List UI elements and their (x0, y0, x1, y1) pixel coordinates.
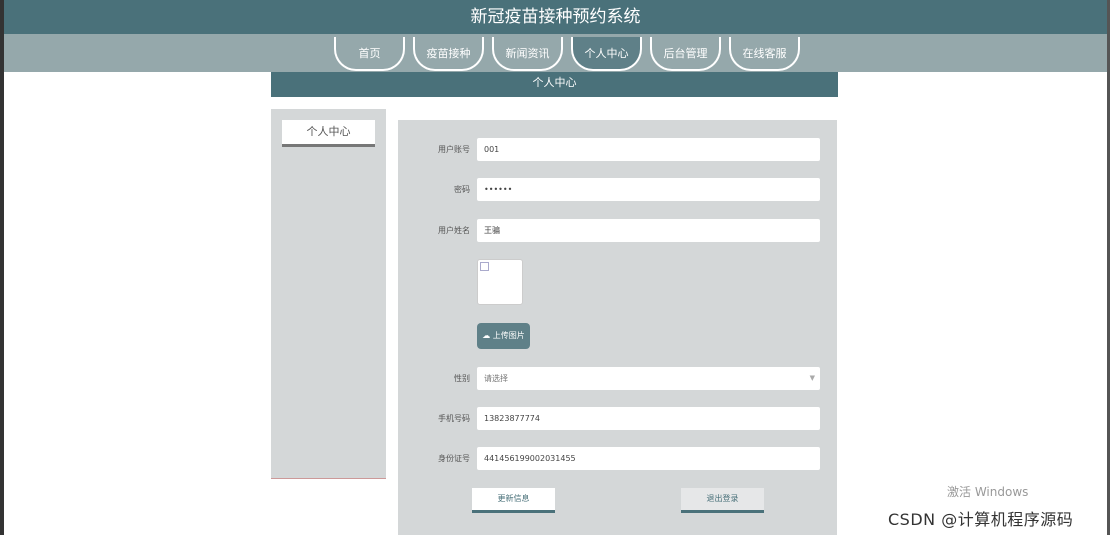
upload-image-button[interactable]: ☁ 上传图片 (477, 323, 530, 349)
name-label: 用户姓名 (438, 226, 470, 235)
windows-activation-watermark: 激活 Windows (947, 485, 1029, 499)
broken-image-icon (480, 262, 489, 271)
phone-label: 手机号码 (438, 414, 470, 423)
gender-label: 性别 (454, 374, 470, 383)
page-title: 个人中心 (271, 72, 838, 97)
id-label: 身份证号 (438, 454, 470, 463)
gender-select[interactable]: 请选择 ▼ (477, 367, 820, 390)
password-input[interactable]: •••••• (477, 178, 820, 201)
nav-personal-center[interactable]: 个人中心 (571, 37, 642, 71)
window-edge (0, 0, 4, 535)
account-label: 用户账号 (438, 145, 470, 154)
nav-home[interactable]: 首页 (334, 37, 405, 71)
account-input[interactable]: 001 (477, 138, 820, 161)
profile-form: 用户账号 001 密码 •••••• 用户姓名 王骗 ☁ 上传图片 性别 请选择… (398, 120, 837, 535)
name-input[interactable]: 王骗 (477, 219, 820, 242)
sidebar: 个人中心 (271, 109, 386, 479)
update-info-button[interactable]: 更新信息 (472, 488, 555, 513)
gender-placeholder: 请选择 (484, 374, 508, 383)
chevron-down-icon: ▼ (809, 374, 815, 382)
phone-input[interactable]: 13823877774 (477, 407, 820, 430)
sidebar-item-personal-center[interactable]: 个人中心 (282, 120, 375, 147)
upload-label: 上传图片 (492, 331, 525, 340)
password-label: 密码 (454, 185, 470, 194)
nav-tabs: 首页 疫苗接种 新闻资讯 个人中心 后台管理 在线客服 (334, 37, 800, 71)
avatar-image (477, 259, 523, 305)
scrollbar-track[interactable] (1107, 0, 1110, 535)
nav-support[interactable]: 在线客服 (729, 37, 800, 71)
nav-admin[interactable]: 后台管理 (650, 37, 721, 71)
site-title: 新冠疫苗接种预约系统 (4, 0, 1107, 34)
cloud-upload-icon: ☁ (482, 331, 491, 340)
nav-news[interactable]: 新闻资讯 (492, 37, 563, 71)
csdn-watermark: CSDN @计算机程序源码 (888, 510, 1074, 529)
nav-vaccination[interactable]: 疫苗接种 (413, 37, 484, 71)
id-input[interactable]: 441456199002031455 (477, 447, 820, 470)
logout-button[interactable]: 退出登录 (681, 488, 764, 513)
